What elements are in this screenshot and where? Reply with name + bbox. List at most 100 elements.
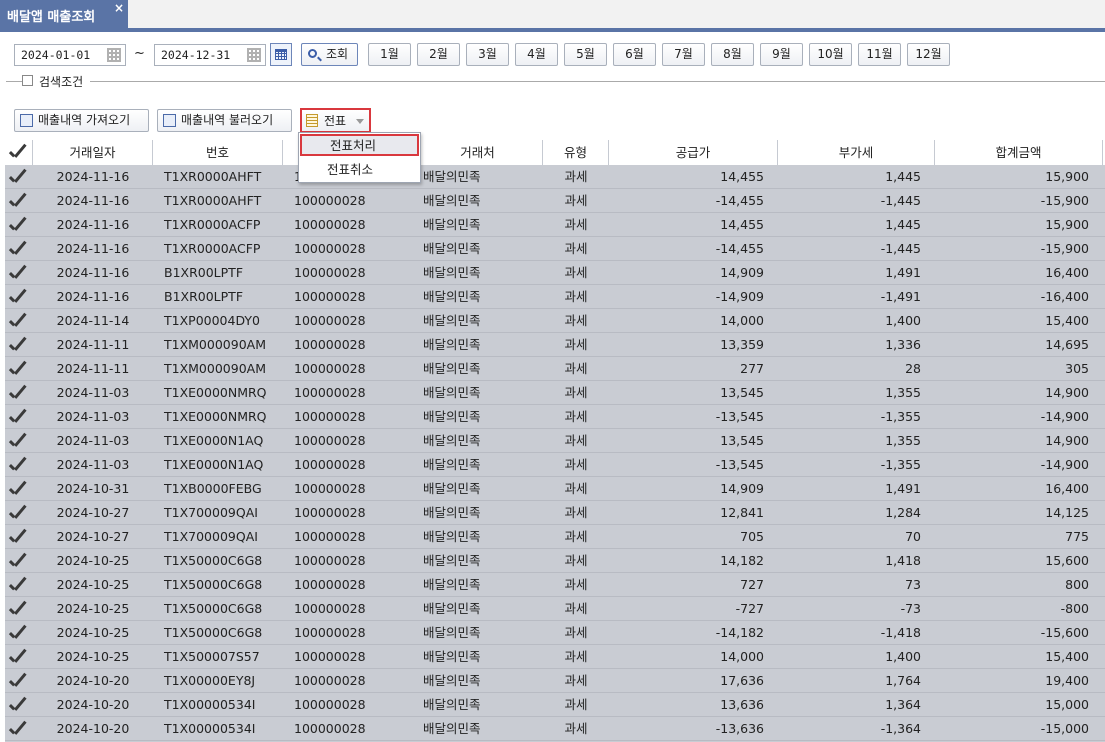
cell-code: 100000028 [294, 289, 366, 304]
check-icon [9, 432, 26, 449]
month-button-7[interactable]: 7월 [662, 43, 705, 66]
month-button-9[interactable]: 9월 [760, 43, 803, 66]
table-row[interactable]: 2024-10-27 T1X700009QAI 100000028 배달의민족 과세 70… [5, 525, 1105, 549]
month-button-8[interactable]: 8월 [711, 43, 754, 66]
cell-date: 2024-10-27 [56, 505, 130, 520]
col-header-vat[interactable]: 부가세 [778, 140, 935, 165]
calendar-grid-icon[interactable] [247, 48, 261, 62]
col-header-supply[interactable]: 공급가 [609, 140, 778, 165]
select-all-checkbox[interactable] [5, 140, 33, 165]
cell-total: 15,000 [1045, 697, 1089, 712]
table-row[interactable]: 2024-11-16 B1XR00LPTF 100000028 배달의민족 과세 -14,… [5, 285, 1105, 309]
table-row[interactable]: 2024-10-25 T1X50000C6G8 100000028 배달의민족 과세 -1… [5, 621, 1105, 645]
voucher-dropdown-button[interactable]: 전표 [300, 108, 371, 133]
row-checkbox[interactable] [5, 549, 33, 572]
table-row[interactable]: 2024-11-16 T1XR0000ACFP 100000028 배달의민족 과세 -1… [5, 237, 1105, 261]
table-row[interactable]: 2024-11-16 T1XR0000AHFT 100000028 배달의민족 과세 -1… [5, 189, 1105, 213]
menu-item-voucher-process[interactable]: 전표처리 [300, 134, 419, 156]
month-button-2[interactable]: 2월 [417, 43, 460, 66]
cell-type: 과세 [564, 241, 588, 256]
table-row[interactable]: 2024-11-03 T1XE0000NMRQ 100000028 배달의민족 과세 -1… [5, 405, 1105, 429]
row-checkbox[interactable] [5, 165, 33, 188]
col-header-client[interactable]: 거래처 [413, 140, 543, 165]
row-checkbox[interactable] [5, 669, 33, 692]
month-button-1[interactable]: 1월 [368, 43, 411, 66]
month-button-6[interactable]: 6월 [613, 43, 656, 66]
date-to-input[interactable] [155, 45, 245, 65]
col-header-date[interactable]: 거래일자 [33, 140, 153, 165]
calendar-button[interactable] [270, 43, 292, 66]
menu-item-voucher-cancel[interactable]: 전표취소 [299, 158, 420, 182]
table-row[interactable]: 2024-10-25 T1X500007S57 100000028 배달의민족 과세 14… [5, 645, 1105, 669]
table-row[interactable]: 2024-10-20 T1X00000534I 100000028 배달의민족 과세 13… [5, 693, 1105, 717]
row-checkbox[interactable] [5, 285, 33, 308]
row-checkbox[interactable] [5, 333, 33, 356]
row-checkbox[interactable] [5, 429, 33, 452]
col-header-no[interactable]: 번호 [153, 140, 283, 165]
row-checkbox[interactable] [5, 189, 33, 212]
table-row[interactable]: 2024-11-03 T1XE0000N1AQ 100000028 배달의민족 과세 13… [5, 429, 1105, 453]
table-row[interactable]: 2024-10-31 T1XB0000FEBG 100000028 배달의민족 과세 14… [5, 477, 1105, 501]
row-checkbox[interactable] [5, 525, 33, 548]
row-checkbox[interactable] [5, 405, 33, 428]
table-row[interactable]: 2024-11-03 T1XE0000N1AQ 100000028 배달의민족 과세 -1… [5, 453, 1105, 477]
row-checkbox[interactable] [5, 213, 33, 236]
check-icon [9, 240, 26, 257]
date-from-field[interactable] [14, 44, 126, 66]
row-checkbox[interactable] [5, 645, 33, 668]
close-icon[interactable]: × [114, 1, 124, 15]
date-to-field[interactable] [154, 44, 266, 66]
row-checkbox[interactable] [5, 717, 33, 740]
tab-delivery-sales[interactable]: 배달앱 매출조회 × [0, 0, 128, 28]
row-checkbox[interactable] [5, 597, 33, 620]
table-row[interactable]: 2024-11-11 T1XM000090AM 100000028 배달의민족 과세 13… [5, 333, 1105, 357]
row-checkbox[interactable] [5, 693, 33, 716]
table-row[interactable]: 2024-11-16 T1XR0000ACFP 100000028 배달의민족 과세 14… [5, 213, 1105, 237]
table-row[interactable]: 2024-11-03 T1XE0000NMRQ 100000028 배달의민족 과세 13… [5, 381, 1105, 405]
cell-client: 배달의민족 [423, 193, 481, 208]
calendar-grid-icon[interactable] [107, 48, 121, 62]
cell-no: T1X700009QAI [164, 505, 258, 520]
table-row[interactable]: 2024-10-25 T1X50000C6G8 100000028 배달의민족 과세 14… [5, 549, 1105, 573]
cell-supply: 12,841 [720, 505, 764, 520]
table-row[interactable]: 2024-10-27 T1X700009QAI 100000028 배달의민족 과세 12… [5, 501, 1105, 525]
month-button-4[interactable]: 4월 [515, 43, 558, 66]
cell-vat: 70 [905, 529, 921, 544]
row-checkbox[interactable] [5, 621, 33, 644]
cell-client: 배달의민족 [423, 457, 481, 472]
month-button-10[interactable]: 10월 [809, 43, 852, 66]
col-header-type[interactable]: 유형 [543, 140, 609, 165]
row-checkbox[interactable] [5, 309, 33, 332]
fetch-sales-button[interactable]: 매출내역 가져오기 [14, 109, 149, 132]
row-checkbox[interactable] [5, 381, 33, 404]
row-checkbox[interactable] [5, 261, 33, 284]
month-button-12[interactable]: 12월 [907, 43, 950, 66]
month-button-11[interactable]: 11월 [858, 43, 901, 66]
load-sales-button[interactable]: 매출내역 불러오기 [157, 109, 292, 132]
table-row[interactable]: 2024-10-20 T1X00000EY8J 100000028 배달의민족 과세 17… [5, 669, 1105, 693]
cell-no: T1XB0000FEBG [164, 481, 262, 496]
cell-date: 2024-11-11 [56, 361, 130, 376]
table-row[interactable]: 2024-11-16T1XR0000AHFT100000028배달의민족과세14… [5, 165, 1105, 189]
row-checkbox[interactable] [5, 357, 33, 380]
table-row[interactable]: 2024-10-25 T1X50000C6G8 100000028 배달의민족 과세 -7… [5, 597, 1105, 621]
search-condition-checkbox[interactable] [22, 75, 33, 86]
table-row[interactable]: 2024-11-14 T1XP00004DY0 100000028 배달의민족 과세 14… [5, 309, 1105, 333]
table-row[interactable]: 2024-10-20 T1X00000534I 100000028 배달의민족 과세 -1… [5, 717, 1105, 741]
table-row[interactable]: 2024-11-11 T1XM000090AM 100000028 배달의민족 과세 27… [5, 357, 1105, 381]
date-from-input[interactable] [15, 45, 105, 65]
table-row[interactable]: 2024-10-25 T1X50000C6G8 100000028 배달의민족 과세 72… [5, 573, 1105, 597]
cell-total: -15,900 [1040, 193, 1089, 208]
row-checkbox[interactable] [5, 477, 33, 500]
cell-total: 800 [1065, 577, 1089, 592]
row-checkbox[interactable] [5, 453, 33, 476]
col-header-total[interactable]: 합계금액 [935, 140, 1103, 165]
search-button[interactable]: 조회 [301, 43, 358, 66]
month-button-3[interactable]: 3월 [466, 43, 509, 66]
row-checkbox[interactable] [5, 237, 33, 260]
row-checkbox[interactable] [5, 573, 33, 596]
table-row[interactable]: 2024-11-16 B1XR00LPTF 100000028 배달의민족 과세 14,9… [5, 261, 1105, 285]
month-button-5[interactable]: 5월 [564, 43, 607, 66]
cell-total: 14,900 [1045, 385, 1089, 400]
row-checkbox[interactable] [5, 501, 33, 524]
